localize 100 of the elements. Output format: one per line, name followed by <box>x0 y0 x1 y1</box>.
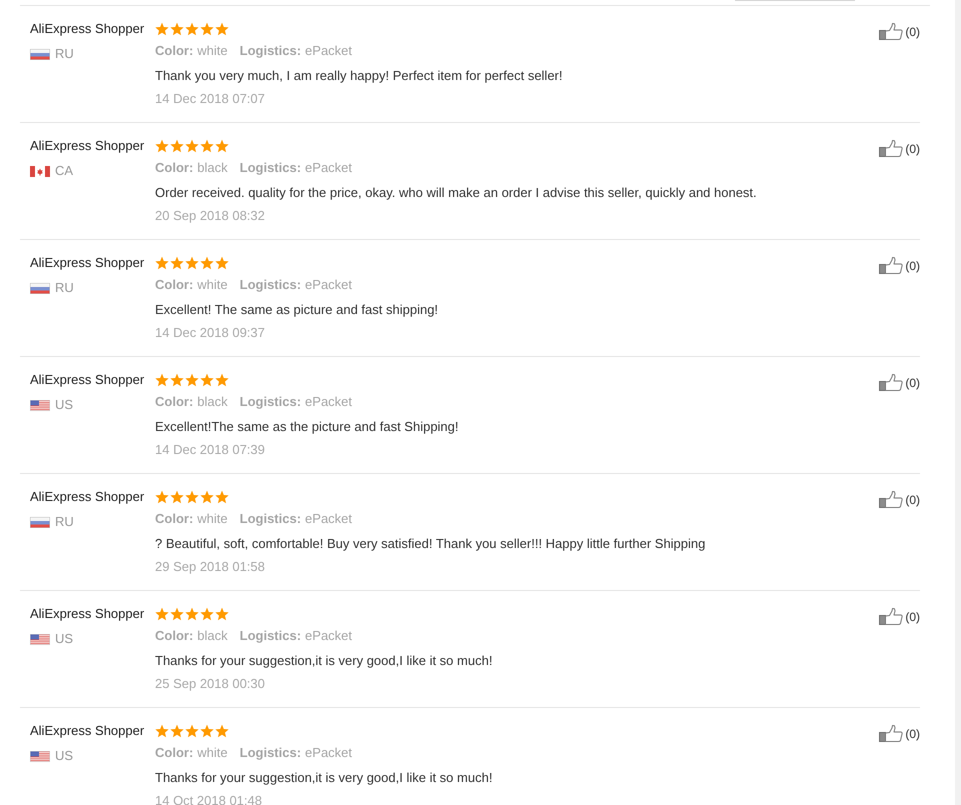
star-icon <box>155 724 169 738</box>
star-icon <box>200 373 214 387</box>
reviewer-name: AliExpress Shopper <box>30 254 144 272</box>
country-code: US <box>55 630 74 648</box>
star-icon <box>215 22 229 36</box>
attribute-value: white <box>197 42 228 60</box>
review-text: Thanks for your suggestion,it is very good,I like it so much! <box>155 769 492 787</box>
star-icon <box>170 22 184 36</box>
attribute-label: Logistics: <box>240 276 302 294</box>
attribute-label: Logistics: <box>240 42 302 60</box>
country-code: RU <box>55 279 74 297</box>
review-text: ? Beautiful, soft, comfortable! Buy very satisfied! Thank you seller!!! Happy little further Shipping <box>155 535 706 553</box>
star-icon <box>170 607 184 621</box>
review-text: Excellent!The same as the picture and fast Shipping! <box>155 418 459 436</box>
country-code: US <box>55 747 74 765</box>
attribute-value: ePacket <box>305 393 352 411</box>
star-icon <box>215 373 229 387</box>
star-icon <box>215 490 229 504</box>
reviewer-name: AliExpress Shopper <box>30 371 144 389</box>
flag-icon <box>30 48 50 60</box>
thumbs-up-icon[interactable] <box>879 374 904 391</box>
thumbs-up-icon[interactable] <box>879 23 904 40</box>
star-icon <box>185 256 199 270</box>
star-icon <box>215 256 229 270</box>
star-icon <box>155 139 169 153</box>
star-icon <box>215 607 229 621</box>
review-date: 14 Dec 2018 09:37 <box>155 324 265 342</box>
attribute-label: Color: <box>155 393 194 411</box>
star-icon <box>185 724 199 738</box>
attribute-value: black <box>197 159 228 177</box>
review-text: Excellent! The same as picture and fast shipping! <box>155 301 438 319</box>
star-icon <box>185 22 199 36</box>
reviewer-name: AliExpress Shopper <box>30 488 144 506</box>
attribute-label: Logistics: <box>240 159 302 177</box>
thumbs-up-icon[interactable] <box>879 491 904 508</box>
star-icon <box>185 490 199 504</box>
attribute-value: ePacket <box>305 627 352 645</box>
attribute-label: Color: <box>155 627 194 645</box>
flag-icon <box>30 282 50 294</box>
thumbs-up-icon[interactable] <box>879 257 904 274</box>
thumbs-up-icon[interactable] <box>879 140 904 157</box>
star-icon <box>170 490 184 504</box>
flag-icon <box>30 750 50 762</box>
attribute-value: ePacket <box>305 510 352 528</box>
review-text: Thank you very much, I am really happy! Perfect item for perfect seller! <box>155 67 562 85</box>
attribute-label: Color: <box>155 744 194 762</box>
star-icon <box>155 22 169 36</box>
flag-icon <box>30 400 50 410</box>
star-icon <box>155 490 169 504</box>
like-count: (0) <box>905 492 920 509</box>
country-code: CA <box>55 162 74 180</box>
reviewer-name: AliExpress Shopper <box>30 722 144 740</box>
attribute-label: Color: <box>155 42 194 60</box>
review-date: 14 Dec 2018 07:39 <box>155 441 265 459</box>
thumbs-up-icon[interactable] <box>879 725 904 742</box>
country-code: RU <box>55 45 74 63</box>
flag-icon <box>30 634 50 644</box>
attribute-label: Logistics: <box>240 393 302 411</box>
review-date: 14 Oct 2018 01:48 <box>155 792 262 805</box>
star-icon <box>185 139 199 153</box>
attribute-value: ePacket <box>305 276 352 294</box>
attribute-label: Logistics: <box>240 744 302 762</box>
flag-icon <box>30 166 50 176</box>
star-icon <box>170 724 184 738</box>
star-icon <box>185 373 199 387</box>
star-icon <box>155 373 169 387</box>
star-icon <box>155 256 169 270</box>
review-text: Thanks for your suggestion,it is very good,I like it so much! <box>155 652 492 670</box>
attribute-value: white <box>197 510 228 528</box>
star-icon <box>200 607 214 621</box>
star-icon <box>200 490 214 504</box>
attribute-value: black <box>197 393 228 411</box>
attribute-label: Color: <box>155 159 194 177</box>
like-count: (0) <box>905 375 920 392</box>
star-icon <box>170 256 184 270</box>
review-date: 20 Sep 2018 08:32 <box>155 207 265 225</box>
star-icon <box>200 139 214 153</box>
review-date: 29 Sep 2018 01:58 <box>155 558 265 576</box>
attribute-value: ePacket <box>305 159 352 177</box>
review-date: 14 Dec 2018 07:07 <box>155 90 265 108</box>
thumbs-up-icon[interactable] <box>879 608 904 625</box>
country-code: RU <box>55 513 74 531</box>
star-icon <box>155 607 169 621</box>
star-icon <box>200 256 214 270</box>
attribute-label: Logistics: <box>240 627 302 645</box>
star-icon <box>215 724 229 738</box>
reviewer-name: AliExpress Shopper <box>30 605 144 623</box>
attribute-value: white <box>197 744 228 762</box>
country-code: US <box>55 396 74 414</box>
review-date: 25 Sep 2018 00:30 <box>155 675 265 693</box>
like-count: (0) <box>905 609 920 626</box>
attribute-value: white <box>197 276 228 294</box>
star-icon <box>200 22 214 36</box>
review-text: Order received. quality for the price, okay. who will make an order I advise this seller, quickly and honest. <box>155 184 757 202</box>
like-count: (0) <box>905 141 920 158</box>
attribute-label: Color: <box>155 276 194 294</box>
star-icon <box>215 139 229 153</box>
star-icon <box>170 139 184 153</box>
like-count: (0) <box>905 258 920 275</box>
attribute-value: ePacket <box>305 744 352 762</box>
